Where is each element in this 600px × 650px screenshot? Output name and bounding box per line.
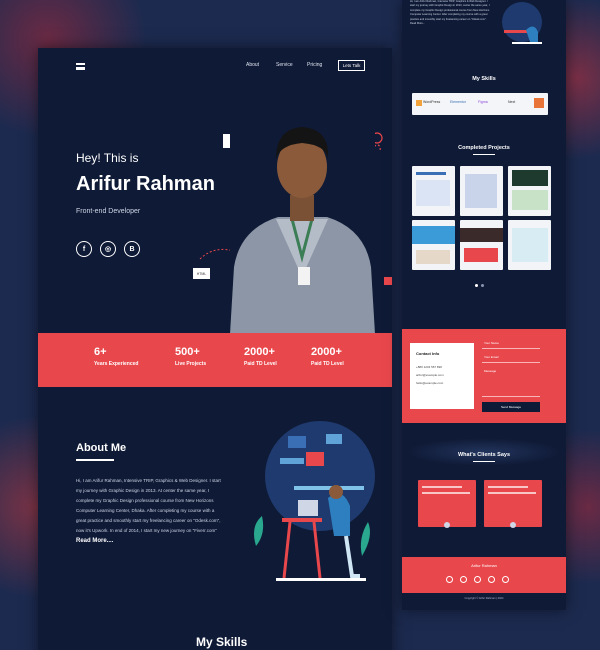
- behance-icon[interactable]: B: [124, 241, 140, 257]
- hero-name: Arifur Rahman: [76, 173, 215, 195]
- project-thumb[interactable]: [460, 166, 503, 216]
- stat-value: 2000+: [244, 346, 275, 358]
- stat-label: Live Projects: [175, 361, 207, 367]
- clients-title: What's Clients Says: [457, 452, 511, 458]
- skill-label: Next: [508, 100, 516, 104]
- about-title: About Me: [76, 442, 127, 454]
- hero-greeting: Hey! This is: [76, 151, 139, 165]
- testimonial-card: [418, 480, 476, 527]
- projects-title: Completed Projects: [458, 145, 510, 151]
- stat-label: Paid TD Level: [311, 361, 344, 367]
- send-message-button[interactable]: Send Message: [482, 402, 540, 412]
- client-avatar: [444, 522, 450, 528]
- developer-illustration: [254, 421, 375, 581]
- name-field[interactable]: Your Name: [482, 339, 540, 349]
- portfolio-main-mockup: About Service Pricing Lets Talk Hey! Thi…: [38, 48, 392, 650]
- footer-twitter-icon[interactable]: [460, 576, 467, 583]
- footer-name: Arifur Rahman: [471, 563, 497, 568]
- html-tag-decoration: HTML: [193, 268, 210, 279]
- skills-logo-strip: WordPress Elementor Figma Next: [412, 93, 548, 115]
- lets-talk-button[interactable]: Lets Talk: [338, 60, 365, 71]
- stat-experience: 6+ Years Experienced: [94, 346, 138, 367]
- about-paragraph: Hi, I am Arifur Rahman, Intensive TRIP, …: [76, 478, 221, 533]
- stat-label: Years Experienced: [94, 361, 139, 367]
- contact-info-card: Contact Info +880 1234 567 890 arifur@ex…: [410, 343, 474, 409]
- project-thumb[interactable]: [508, 166, 551, 216]
- client-avatar: [510, 522, 516, 528]
- project-thumb[interactable]: [412, 220, 455, 270]
- copyright-text: Copyright © Arifur Rahman | 2024: [464, 597, 504, 600]
- contact-line: hello@example.com: [416, 381, 444, 385]
- wordpress-icon: [416, 100, 422, 106]
- menu-icon[interactable]: [76, 63, 85, 70]
- read-more-link[interactable]: Read More....: [76, 538, 113, 544]
- contact-title: Contact Info: [416, 351, 440, 356]
- contact-line: +880 1234 567 890: [416, 365, 442, 369]
- nav-link-pricing[interactable]: Pricing: [307, 62, 322, 68]
- footer-behance-icon[interactable]: [488, 576, 495, 583]
- carousel-dot[interactable]: [481, 284, 484, 287]
- skill-label: WordPress: [423, 100, 441, 104]
- square-decoration: [384, 277, 392, 285]
- footer: Arifur Rahman: [402, 557, 566, 593]
- footer-linkedin-icon[interactable]: [502, 576, 509, 583]
- nav-link-about[interactable]: About: [246, 62, 259, 68]
- project-thumb[interactable]: [460, 220, 503, 270]
- html5-icon: [534, 98, 544, 108]
- portfolio-side-mockup: Hi, I am Arifur Rahman, Intensive TRIP, …: [402, 0, 566, 610]
- hero-role: Front-end Developer: [76, 208, 141, 215]
- testimonial-card: [484, 480, 542, 527]
- stat-label: Paid TD Level: [244, 361, 277, 367]
- nav-link-service[interactable]: Service: [276, 62, 293, 68]
- side-illustration: [502, 2, 542, 44]
- my-skills-heading: My Skills: [196, 635, 248, 649]
- skill-label: Elementor: [450, 100, 466, 104]
- stat-paid-2: 2000+ Paid TD Level: [311, 346, 344, 367]
- stat-value: 6+: [94, 346, 107, 358]
- footer-dribbble-icon[interactable]: [474, 576, 481, 583]
- footer-facebook-icon[interactable]: [446, 576, 453, 583]
- stat-paid-1: 2000+ Paid TD Level: [244, 346, 277, 367]
- project-thumb[interactable]: [412, 166, 455, 216]
- contact-section: Contact Info +880 1234 567 890 arifur@ex…: [402, 329, 566, 423]
- side-intro-text: Hi, I am Arifur Rahman, Intensive TRIP, …: [410, 0, 490, 26]
- dribbble-icon[interactable]: ◎: [100, 241, 116, 257]
- stat-value: 2000+: [311, 346, 342, 358]
- stat-projects: 500+ Live Projects: [175, 346, 206, 367]
- clients-underline: [473, 461, 495, 462]
- stat-value: 500+: [175, 346, 200, 358]
- about-text: Hi, I am Arifur Rahman, Intensive TRIP, …: [76, 476, 224, 546]
- email-field[interactable]: Your Email: [482, 353, 540, 363]
- carousel-dot[interactable]: [475, 284, 478, 287]
- project-thumb[interactable]: [508, 220, 551, 270]
- message-field[interactable]: Message: [482, 367, 540, 397]
- projects-underline: [473, 154, 495, 155]
- profile-photo: [230, 107, 375, 334]
- stats-band: 6+ Years Experienced 500+ Live Projects …: [38, 333, 392, 387]
- contact-line: arifur@example.com: [416, 373, 444, 377]
- side-skills-title: My Skills: [472, 76, 496, 82]
- facebook-icon[interactable]: f: [76, 241, 92, 257]
- skill-label: Figma: [478, 100, 488, 104]
- about-underline: [76, 459, 114, 461]
